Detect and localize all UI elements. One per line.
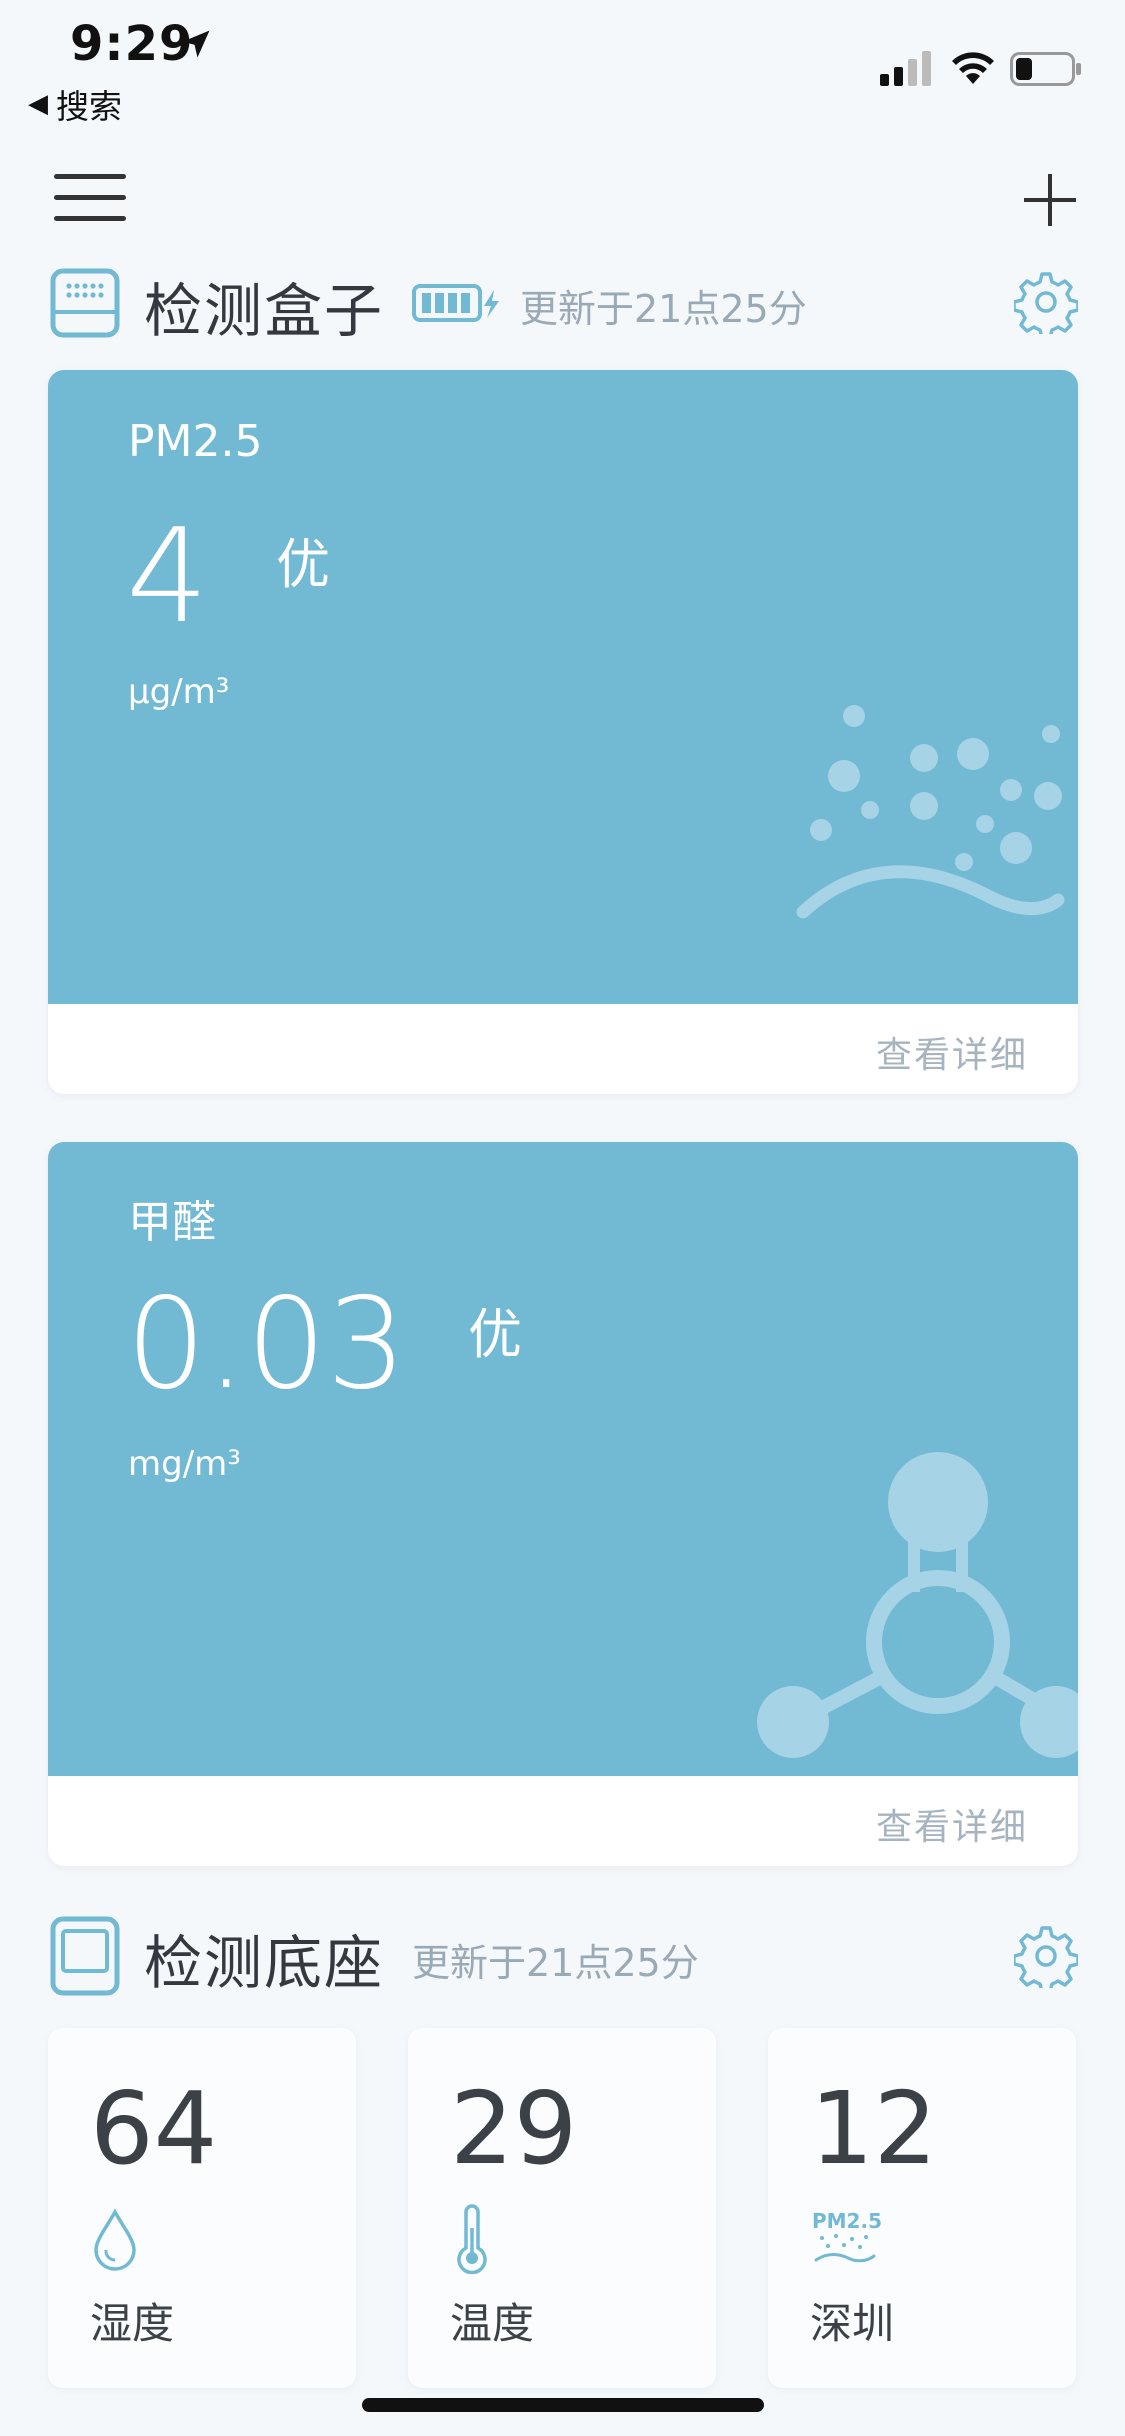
city-pm25-value: 12	[810, 2070, 938, 2187]
molecule-illustration-icon	[757, 1452, 1078, 1758]
detector-base-icon	[50, 1916, 120, 1996]
location-arrow-icon	[182, 30, 210, 58]
pm25-card-body: PM2.5 4 优 μg/m³	[48, 370, 1078, 1004]
cellular-signal-icon	[880, 51, 931, 86]
formaldehyde-detail-text: 查看详细	[875, 1807, 1028, 1848]
formaldehyde-label: 甲醛	[128, 1197, 216, 1248]
base-section-title: 检测底座	[144, 1929, 385, 1997]
temperature-value: 29	[450, 2070, 578, 2187]
city-label: 深圳	[810, 2299, 895, 2348]
pm25-icon-text: PM2.5	[812, 2209, 882, 2233]
pm25-unit: μg/m³	[128, 672, 230, 712]
formaldehyde-unit: mg/m³	[128, 1444, 241, 1484]
pm25-icon: PM2.5	[812, 2210, 882, 2268]
base-update-time: 更新于21点25分	[412, 1941, 699, 1985]
city-pm25-tile[interactable]: 12 PM2.5 深圳	[768, 2028, 1076, 2388]
droplet-icon	[94, 2208, 136, 2271]
back-triangle-icon: ◀	[28, 89, 48, 119]
home-indicator[interactable]	[362, 2398, 764, 2412]
formaldehyde-detail-link[interactable]: 查看详细	[48, 1776, 1078, 1866]
detector-box-icon	[50, 268, 120, 338]
pm25-detail-text: 查看详细	[875, 1035, 1028, 1076]
pm25-particles-icon	[814, 2234, 876, 2263]
pm25-detail-link[interactable]: 查看详细	[48, 1004, 1078, 1094]
box-update-time: 更新于21点25分	[520, 287, 807, 331]
pm25-grade: 优	[276, 533, 330, 596]
formaldehyde-card-body: 甲醛 0.03 优 mg/m³	[48, 1142, 1078, 1776]
menu-button[interactable]	[50, 168, 130, 228]
humidity-tile[interactable]: 64 湿度	[48, 2028, 356, 2388]
status-time: 9:29	[70, 16, 194, 72]
wifi-icon	[952, 52, 994, 84]
formaldehyde-value: 0.03	[126, 1270, 407, 1417]
box-settings-gear-icon[interactable]	[1014, 270, 1078, 334]
humidity-value: 64	[90, 2070, 218, 2187]
temperature-label: 温度	[450, 2299, 535, 2348]
back-to-search-link[interactable]: ◀ 搜索	[28, 80, 122, 128]
formaldehyde-card[interactable]: 甲醛 0.03 优 mg/m³ 查看详细	[48, 1142, 1078, 1866]
formaldehyde-grade: 优	[468, 1303, 522, 1366]
temperature-tile[interactable]: 29 温度	[408, 2028, 716, 2388]
base-settings-gear-icon[interactable]	[1014, 1924, 1078, 1988]
pm25-card[interactable]: PM2.5 4 优 μg/m³ 查看详细	[48, 370, 1078, 1094]
add-device-button[interactable]	[1010, 164, 1090, 234]
battery-icon	[1010, 52, 1081, 86]
humidity-label: 湿度	[90, 2299, 175, 2348]
pm25-value: 4	[126, 500, 209, 652]
pm25-label: PM2.5	[128, 416, 263, 467]
battery-charging-icon	[412, 284, 499, 322]
thermometer-icon	[457, 2204, 487, 2274]
box-section-title: 检测盒子	[144, 277, 385, 345]
particles-illustration-icon	[796, 705, 1065, 919]
back-label: 搜索	[56, 87, 122, 126]
